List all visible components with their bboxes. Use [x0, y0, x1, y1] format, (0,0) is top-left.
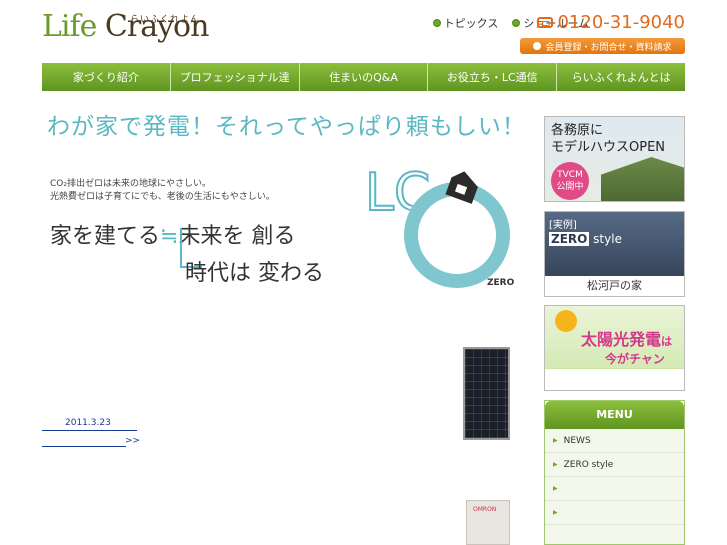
site-logo[interactable]: Life Crayon らいふくれよん — [42, 12, 209, 52]
nav-qa[interactable]: 住まいのQ&A — [300, 63, 429, 91]
slogan-line2: 時代は 変わる — [185, 261, 324, 286]
news-more-link[interactable]: >> — [125, 436, 140, 446]
news-date[interactable]: 2011.3.23 — [65, 418, 111, 428]
phone-number-text: 0120-31-9040 — [557, 12, 685, 33]
zero-text: ZERO — [487, 278, 515, 288]
slogan-line1: 家を建てる≒未来を 創る — [50, 218, 295, 250]
sun-icon — [555, 310, 577, 332]
slogan-eq: ≒ — [160, 224, 179, 249]
arrow-right-icon: ▶ — [553, 437, 558, 444]
banner2-style-word: style — [593, 232, 622, 246]
topnav-topics-label: トピックス — [443, 17, 499, 30]
more-underline — [42, 446, 126, 447]
tvcm-sub: 公開中 — [556, 182, 584, 192]
member-register-label: 会員登録・お問合せ・資料請求 — [545, 42, 672, 53]
member-register-button[interactable]: 会員登録・お問合せ・資料請求 — [520, 38, 685, 54]
banner-solar[interactable]: 太陽光発電は 今がチャンス!! — [544, 305, 685, 391]
banner1-text: 各務原に モデルハウスOPEN — [551, 122, 665, 156]
main-nav: 家づくり紹介 プロフェッショナル達 住まいのQ&A お役立ち・LC通信 らいふく… — [42, 63, 685, 91]
bullet-icon — [512, 19, 521, 27]
tvcm-badge: TVCM 公開中 — [551, 162, 589, 200]
sidebar-menu: MENU ▶ NEWS ▶ ZERO style ▶ ▶ — [544, 400, 685, 545]
menu-item-3[interactable]: ▶ — [545, 477, 684, 501]
tvcm-label: TVCM — [557, 170, 583, 180]
nav-house-building[interactable]: 家づくり紹介 — [42, 63, 171, 91]
hero-note-line2: 光熱費ゼロは子育てにでも、老後の生活にもやさしい。 — [50, 192, 275, 202]
phone-icon — [537, 17, 554, 28]
hero-headline: わが家で発電！それってやっぱり頼もしい！ — [47, 114, 526, 140]
menu-item-news[interactable]: ▶ NEWS — [545, 429, 684, 453]
menu-item-label: NEWS — [563, 435, 591, 446]
topnav-topics[interactable]: トピックス — [432, 15, 499, 31]
houses-illustration — [545, 368, 684, 390]
hero-note: CO₂排出ゼロは未来の地球にやさしい。 光熱費ゼロは子育てにでも、老後の生活にも… — [50, 178, 275, 204]
banner1-line2: モデルハウスOPEN — [551, 140, 666, 155]
banner-zero-style[interactable]: [実例] ZERO style 松河戸の家 — [544, 211, 685, 297]
banner1-line1: 各務原に — [551, 123, 604, 138]
banner2-zero-word: ZERO — [549, 232, 590, 246]
banner3-suffix: は — [661, 335, 673, 348]
banner2-zero: ZERO style — [549, 232, 622, 246]
menu-item-label: ZERO style — [563, 459, 614, 470]
logo-subtitle: らいふくれよん — [130, 15, 201, 25]
nav-about[interactable]: らいふくれよんとは — [557, 63, 685, 91]
zero-ring — [404, 182, 510, 288]
nav-professionals[interactable]: プロフェッショナル達 — [171, 63, 300, 91]
bullet-icon — [533, 42, 542, 50]
arrow-right-icon: ▶ — [553, 461, 558, 468]
menu-title: MENU — [545, 401, 684, 429]
slogan-part-a: 家を建てる — [50, 224, 161, 249]
arrow-right-icon: ▶ — [553, 485, 558, 492]
banner2-caption: 松河戸の家 — [545, 276, 684, 296]
banner3-line1: 太陽光発電は — [581, 326, 672, 350]
hero-note-line1: CO₂排出ゼロは未来の地球にやさしい。 — [50, 179, 211, 189]
arrow-right-icon: ▶ — [553, 509, 558, 516]
menu-item-4[interactable]: ▶ — [545, 501, 684, 525]
nav-useful-info[interactable]: お役立ち・LC通信 — [428, 63, 558, 91]
power-unit-image: OMRON — [466, 500, 510, 545]
phone-number: 0120-31-9040 — [537, 12, 685, 33]
lc-zero-logo: LC ZERO — [365, 162, 515, 288]
power-unit-label: OMRON — [473, 506, 497, 513]
banner2-tag: [実例] — [549, 220, 577, 231]
menu-item-zero-style[interactable]: ▶ ZERO style — [545, 453, 684, 477]
banner3-line1-main: 太陽光発電 — [581, 330, 662, 349]
banner-model-house[interactable]: 各務原に モデルハウスOPEN TVCM 公開中 — [544, 116, 685, 202]
news-underline — [42, 430, 137, 431]
solar-panel-image — [463, 347, 510, 440]
house-roof-image — [601, 157, 684, 201]
bullet-icon — [432, 19, 441, 27]
